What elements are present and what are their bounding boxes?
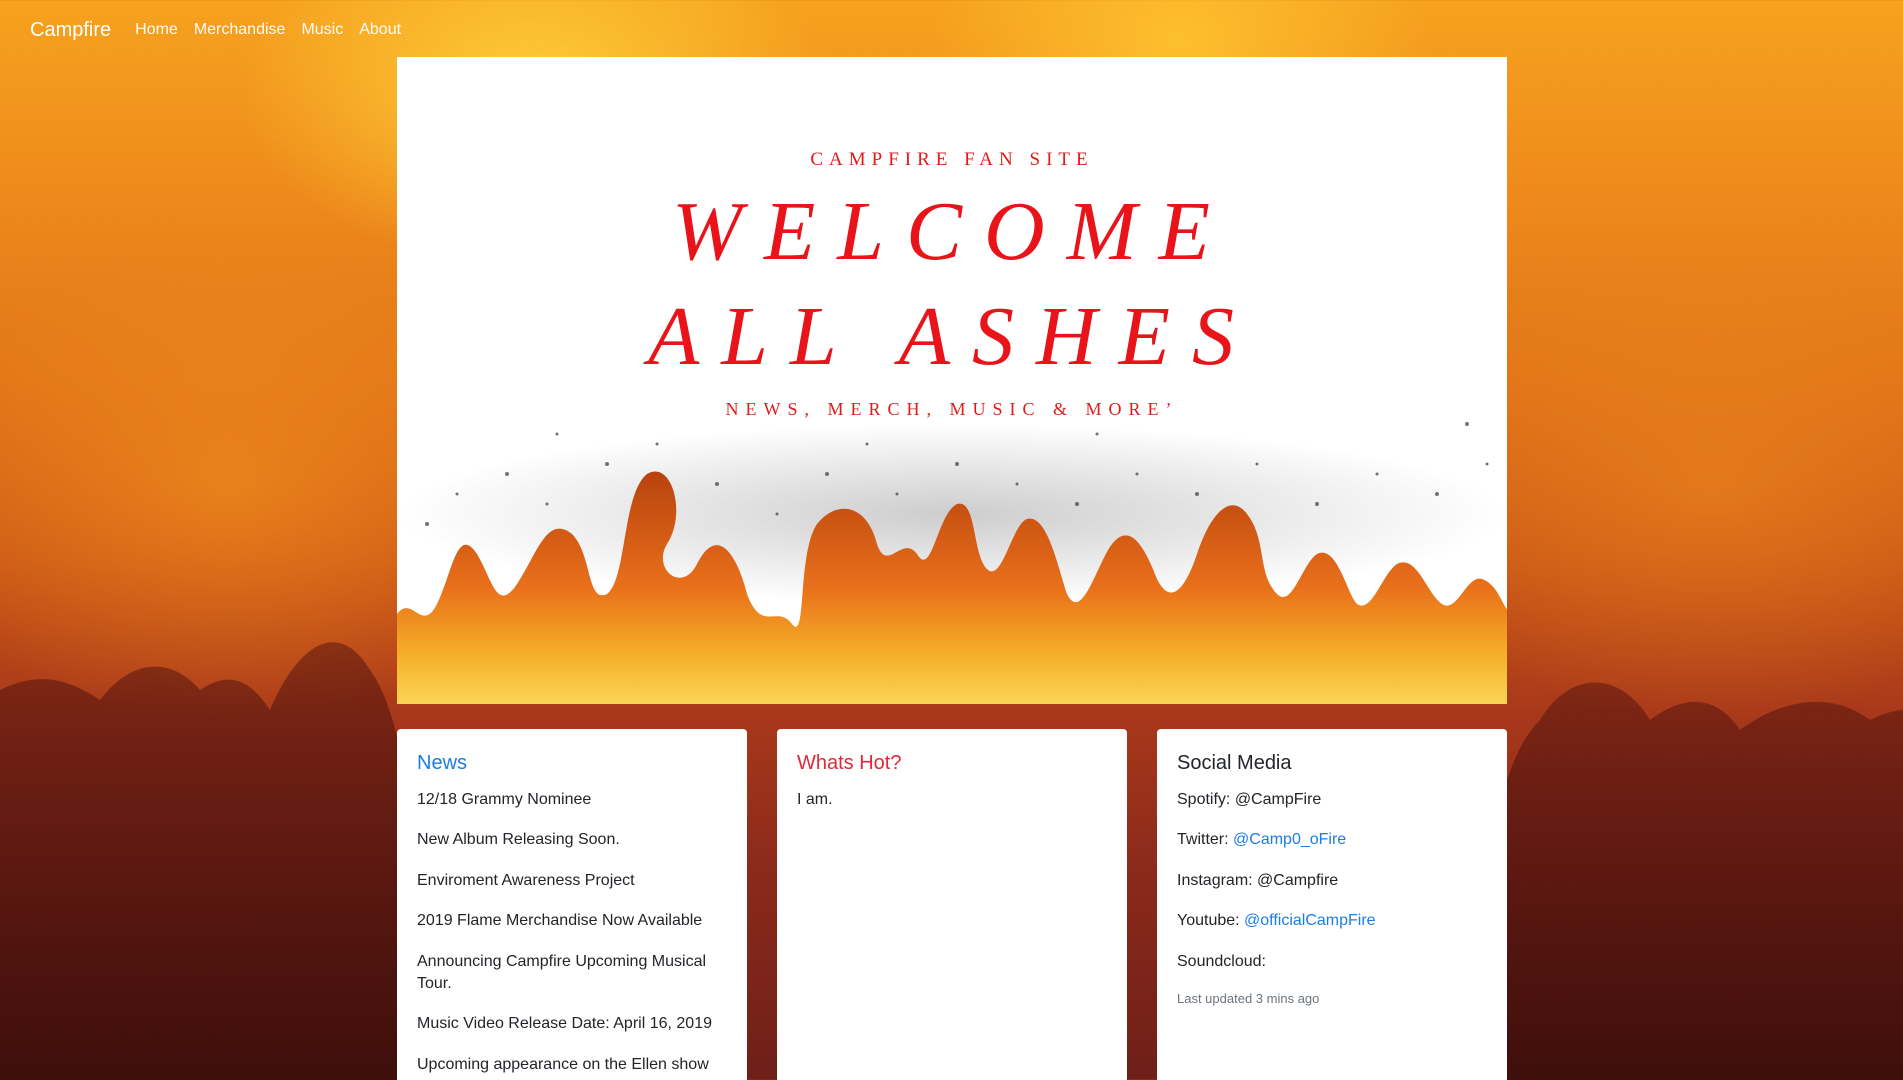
nav-link-home[interactable]: Home (135, 21, 178, 39)
hero-title-line1: WELCOME (672, 185, 1232, 278)
nav-link-merchandise[interactable]: Merchandise (194, 21, 286, 39)
hero-banner: CAMPFIRE FAN SITE WELCOME ALL ASHES NEWS… (397, 57, 1507, 704)
brand-link[interactable]: Campfire (30, 19, 111, 42)
twitter-label: Twitter: (1177, 831, 1234, 849)
instagram-row: Instagram: @Campfire (1177, 870, 1487, 892)
news-card: News 12/18 Grammy Nominee New Album Rele… (397, 729, 747, 1080)
news-item: Upcoming appearance on the Ellen show (417, 1055, 709, 1073)
whats-hot-text: I am. (797, 791, 833, 808)
navbar: Campfire Home Merchandise Music About (0, 0, 1903, 60)
instagram-label: Instagram: (1177, 871, 1258, 889)
news-item: Music Video Release Date: April 16, 2019 (417, 1015, 712, 1033)
news-item: Enviroment Awareness Project (417, 871, 635, 889)
nav-links: Home Merchandise Music About (135, 21, 417, 39)
whats-hot-card: Whats Hot? I am. (777, 729, 1127, 1080)
soundcloud-row: Soundcloud: (1177, 951, 1487, 973)
news-item: Announcing Campfire Upcoming Musical Tou… (417, 952, 707, 992)
nav-link-about[interactable]: About (359, 21, 401, 39)
social-media-card: Social Media Spotify: @CampFire Twitter:… (1157, 729, 1507, 1080)
spotify-label: Spotify: (1177, 791, 1235, 808)
soundcloud-label: Soundcloud: (1177, 952, 1266, 970)
whats-hot-title: Whats Hot? (797, 752, 902, 774)
twitter-row: Twitter: @Camp0_oFire (1177, 829, 1487, 851)
youtube-link[interactable]: @officialCampFire (1244, 912, 1376, 929)
spotify-row: Spotify: @CampFire (1177, 789, 1487, 811)
spotify-handle: @CampFire (1234, 791, 1322, 808)
news-item: 2019 Flame Merchandise Now Available (417, 912, 703, 930)
hero-kicker: CAMPFIRE FAN SITE (810, 149, 1094, 170)
flames-image (397, 422, 1507, 704)
twitter-link[interactable]: @Camp0_oFire (1233, 831, 1346, 848)
news-card-title: News (417, 752, 468, 774)
youtube-label: Youtube: (1177, 912, 1245, 930)
news-item: New Album Releasing Soon. (417, 831, 620, 849)
hero-title-line2: ALL ASHES (648, 290, 1256, 383)
last-updated-text: Last updated 3 mins ago (1177, 990, 1320, 1006)
social-media-title: Social Media (1177, 752, 1292, 774)
news-item: 12/18 Grammy Nominee (417, 791, 592, 808)
nav-link-music[interactable]: Music (301, 21, 343, 39)
youtube-row: Youtube: @officialCampFire (1177, 910, 1487, 932)
instagram-handle: @Campfire (1257, 871, 1339, 889)
